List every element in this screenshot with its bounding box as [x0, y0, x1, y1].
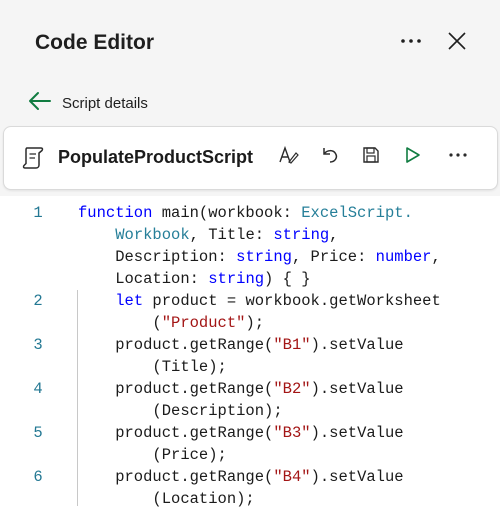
code-token: product.getRange(	[78, 468, 274, 486]
code-token: "B3"	[273, 424, 311, 442]
format-code-button[interactable]	[276, 145, 300, 169]
code-token: "Product"	[161, 314, 246, 332]
script-toolbar-card: PopulateProductScript	[3, 126, 498, 190]
line-number: 5	[33, 424, 43, 442]
script-scroll-icon	[20, 145, 46, 176]
code-line: Location: string) { }	[78, 270, 311, 288]
code-token: number	[375, 248, 432, 266]
save-button[interactable]	[359, 145, 383, 169]
save-icon	[361, 145, 381, 170]
line-number: 1	[33, 204, 43, 222]
code-token: ).setValue	[310, 380, 404, 398]
code-token: ).setValue	[310, 336, 404, 354]
more-horizontal-icon	[398, 28, 424, 59]
script-name: PopulateProductScript	[58, 147, 254, 167]
code-token: main(workbook:	[152, 204, 302, 222]
line-number: 3	[33, 336, 43, 354]
more-options-button[interactable]	[398, 30, 424, 56]
run-icon	[402, 145, 422, 170]
code-token: string	[208, 270, 265, 288]
code-token: "B4"	[273, 468, 311, 486]
code-token: let	[115, 292, 144, 310]
code-line: product.getRange("B2").setValue	[78, 380, 404, 398]
code-token: ,	[329, 226, 339, 244]
code-token: ) { }	[264, 270, 311, 288]
run-button[interactable]	[400, 145, 424, 169]
code-token: ,	[431, 248, 441, 266]
code-token: Location:	[78, 270, 209, 288]
close-icon	[446, 30, 468, 57]
code-token: (Title);	[78, 358, 227, 376]
code-token: , Title:	[189, 226, 274, 244]
code-token: (Price);	[78, 446, 227, 464]
arrow-left-icon	[28, 91, 52, 116]
code-line: product.getRange("B4").setValue	[78, 468, 404, 486]
code-token: product.getRange(	[78, 336, 274, 354]
code-line: product.getRange("B1").setValue	[78, 336, 404, 354]
code-token: product.getRange(	[78, 380, 274, 398]
close-button[interactable]	[444, 30, 470, 56]
code-line: Description: string, Price: number,	[78, 248, 441, 266]
code-token: (Description);	[78, 402, 283, 420]
code-token: "B2"	[273, 380, 311, 398]
back-to-script-details-link[interactable]: Script details	[28, 90, 148, 116]
code-token: (	[78, 314, 162, 332]
line-number: 4	[33, 380, 43, 398]
code-token: product.getRange(	[78, 424, 274, 442]
code-token: ExcelScript.	[301, 204, 413, 222]
code-line: Workbook, Title: string,	[78, 226, 338, 244]
code-line: function main(workbook: ExcelScript.	[78, 204, 413, 222]
task-pane-header: Code Editor	[0, 0, 500, 86]
code-line: (Location);	[78, 490, 255, 508]
code-token: );	[245, 314, 265, 332]
code-line: product.getRange("B3").setValue	[78, 424, 404, 442]
code-line: (Price);	[78, 446, 227, 464]
undo-icon	[320, 145, 340, 170]
code-token: "B1"	[273, 336, 311, 354]
code-token: product = workbook.getWorksheet	[143, 292, 441, 310]
code-token: Workbook	[115, 226, 190, 244]
line-number: 6	[33, 468, 43, 486]
code-token: (Location);	[78, 490, 255, 508]
more-horizontal-icon	[447, 144, 469, 171]
pane-title: Code Editor	[35, 31, 154, 54]
code-line: ("Product");	[78, 314, 264, 332]
code-line: (Description);	[78, 402, 283, 420]
more-actions-button[interactable]	[446, 145, 470, 169]
code-token: string	[273, 226, 330, 244]
undo-button[interactable]	[318, 145, 342, 169]
code-token: ).setValue	[310, 468, 404, 486]
code-line: (Title);	[78, 358, 227, 376]
code-token: ).setValue	[310, 424, 404, 442]
code-line: let product = workbook.getWorksheet	[78, 292, 441, 310]
code-editor[interactable]: 1 function main(workbook: ExcelScript. Wo…	[0, 196, 500, 531]
back-link-label: Script details	[62, 94, 148, 112]
code-token: string	[236, 248, 292, 266]
format-icon	[277, 144, 299, 171]
code-token: , Price:	[291, 248, 376, 266]
code-token: function	[78, 204, 153, 222]
line-number: 2	[33, 292, 43, 310]
code-token: Description:	[78, 248, 237, 266]
